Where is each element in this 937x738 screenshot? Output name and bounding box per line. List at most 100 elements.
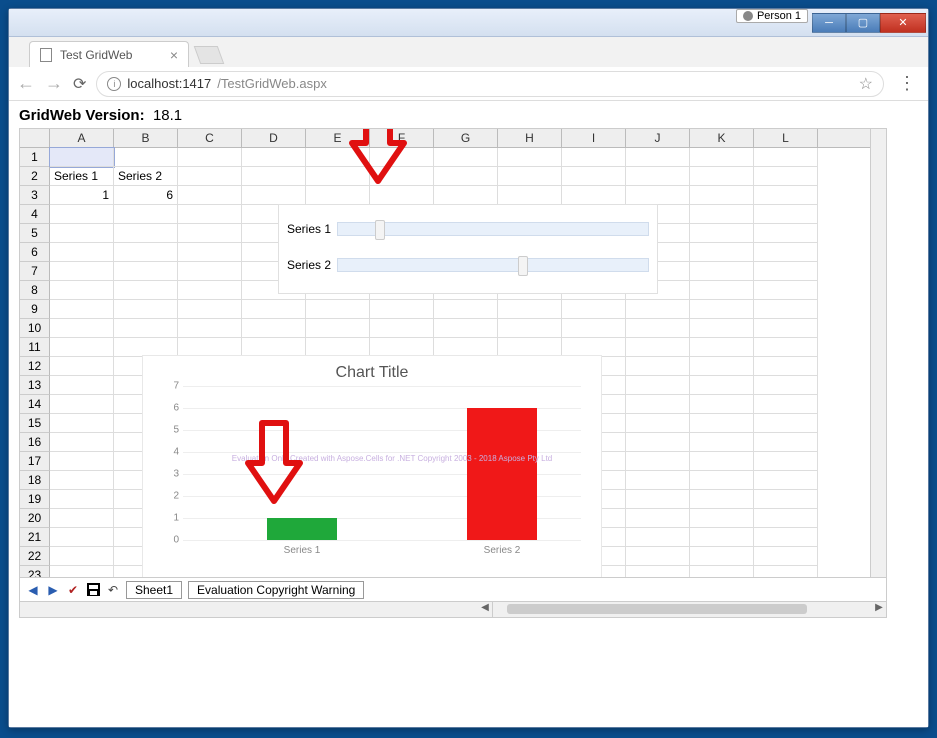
col-header-d[interactable]: D bbox=[242, 129, 306, 147]
cell-c8[interactable] bbox=[178, 281, 242, 300]
cell-l22[interactable] bbox=[754, 547, 818, 566]
cell-a3[interactable]: 1 bbox=[50, 186, 114, 205]
cell-j13[interactable] bbox=[626, 376, 690, 395]
cell-d3[interactable] bbox=[242, 186, 306, 205]
cell-k18[interactable] bbox=[690, 471, 754, 490]
cell-c1[interactable] bbox=[178, 148, 242, 167]
cell-a20[interactable] bbox=[50, 509, 114, 528]
next-sheet-button[interactable]: ▶ bbox=[46, 583, 60, 597]
cell-a17[interactable] bbox=[50, 452, 114, 471]
cell-j1[interactable] bbox=[626, 148, 690, 167]
cell-a16[interactable] bbox=[50, 433, 114, 452]
cell-a12[interactable] bbox=[50, 357, 114, 376]
cell-c4[interactable] bbox=[178, 205, 242, 224]
row-header[interactable]: 4 bbox=[20, 205, 50, 224]
row-header[interactable]: 9 bbox=[20, 300, 50, 319]
close-button[interactable]: ✕ bbox=[880, 13, 926, 33]
row-header[interactable]: 7 bbox=[20, 262, 50, 281]
row-header[interactable]: 8 bbox=[20, 281, 50, 300]
cell-a1[interactable] bbox=[50, 148, 114, 167]
range-slider-chart[interactable]: Series 1 Series 2 bbox=[278, 204, 658, 294]
cell-e9[interactable] bbox=[306, 300, 370, 319]
cell-l10[interactable] bbox=[754, 319, 818, 338]
range-handle-1[interactable] bbox=[375, 220, 385, 240]
cell-g1[interactable] bbox=[434, 148, 498, 167]
col-header-k[interactable]: K bbox=[690, 129, 754, 147]
col-header-i[interactable]: I bbox=[562, 129, 626, 147]
reload-button[interactable]: ⟳ bbox=[73, 74, 86, 94]
range-track-1[interactable] bbox=[337, 222, 649, 236]
cell-j19[interactable] bbox=[626, 490, 690, 509]
cell-i10[interactable] bbox=[562, 319, 626, 338]
cell-i9[interactable] bbox=[562, 300, 626, 319]
cell-c9[interactable] bbox=[178, 300, 242, 319]
row-header[interactable]: 11 bbox=[20, 338, 50, 357]
scroll-right-arrow-icon[interactable]: ▶ bbox=[872, 602, 886, 617]
cell-a14[interactable] bbox=[50, 395, 114, 414]
cell-g9[interactable] bbox=[434, 300, 498, 319]
cell-h1[interactable] bbox=[498, 148, 562, 167]
cell-j2[interactable] bbox=[626, 167, 690, 186]
cell-j3[interactable] bbox=[626, 186, 690, 205]
cell-k17[interactable] bbox=[690, 452, 754, 471]
cell-a2[interactable]: Series 1 bbox=[50, 167, 114, 186]
cell-a5[interactable] bbox=[50, 224, 114, 243]
submit-button[interactable]: ✔ bbox=[66, 583, 80, 597]
row-header[interactable]: 20 bbox=[20, 509, 50, 528]
cell-k3[interactable] bbox=[690, 186, 754, 205]
cell-l3[interactable] bbox=[754, 186, 818, 205]
cell-g10[interactable] bbox=[434, 319, 498, 338]
cell-c3[interactable] bbox=[178, 186, 242, 205]
cell-b4[interactable] bbox=[114, 205, 178, 224]
cell-d2[interactable] bbox=[242, 167, 306, 186]
col-header-g[interactable]: G bbox=[434, 129, 498, 147]
row-header[interactable]: 15 bbox=[20, 414, 50, 433]
cell-a7[interactable] bbox=[50, 262, 114, 281]
cell-k15[interactable] bbox=[690, 414, 754, 433]
cell-b7[interactable] bbox=[114, 262, 178, 281]
cell-a9[interactable] bbox=[50, 300, 114, 319]
col-header-b[interactable]: B bbox=[114, 129, 178, 147]
profile-badge[interactable]: Person 1 bbox=[736, 9, 808, 23]
cell-k11[interactable] bbox=[690, 338, 754, 357]
cell-k21[interactable] bbox=[690, 528, 754, 547]
cell-k20[interactable] bbox=[690, 509, 754, 528]
cell-a4[interactable] bbox=[50, 205, 114, 224]
row-header[interactable]: 22 bbox=[20, 547, 50, 566]
cell-a11[interactable] bbox=[50, 338, 114, 357]
sheet-tab-evaluation[interactable]: Evaluation Copyright Warning bbox=[188, 581, 364, 599]
cell-h2[interactable] bbox=[498, 167, 562, 186]
cell-l12[interactable] bbox=[754, 357, 818, 376]
cell-k22[interactable] bbox=[690, 547, 754, 566]
cell-j9[interactable] bbox=[626, 300, 690, 319]
cell-j14[interactable] bbox=[626, 395, 690, 414]
cell-c5[interactable] bbox=[178, 224, 242, 243]
cell-k8[interactable] bbox=[690, 281, 754, 300]
cell-k2[interactable] bbox=[690, 167, 754, 186]
cell-j22[interactable] bbox=[626, 547, 690, 566]
cell-i3[interactable] bbox=[562, 186, 626, 205]
row-header[interactable]: 6 bbox=[20, 243, 50, 262]
row-header[interactable]: 12 bbox=[20, 357, 50, 376]
prev-sheet-button[interactable]: ◀ bbox=[26, 583, 40, 597]
cell-e10[interactable] bbox=[306, 319, 370, 338]
site-info-icon[interactable]: i bbox=[107, 77, 121, 91]
new-tab-button[interactable] bbox=[194, 46, 225, 64]
row-header[interactable]: 21 bbox=[20, 528, 50, 547]
cell-k19[interactable] bbox=[690, 490, 754, 509]
row-header[interactable]: 16 bbox=[20, 433, 50, 452]
range-track-2[interactable] bbox=[337, 258, 649, 272]
cell-a10[interactable] bbox=[50, 319, 114, 338]
maximize-button[interactable]: ▢ bbox=[846, 13, 880, 33]
cell-l13[interactable] bbox=[754, 376, 818, 395]
cell-k12[interactable] bbox=[690, 357, 754, 376]
cell-k14[interactable] bbox=[690, 395, 754, 414]
scroll-left-arrow-icon[interactable]: ◀ bbox=[478, 602, 492, 617]
menu-button[interactable]: ⋮ bbox=[894, 73, 920, 94]
col-header-l[interactable]: L bbox=[754, 129, 818, 147]
cell-a18[interactable] bbox=[50, 471, 114, 490]
scroll-thumb[interactable] bbox=[507, 604, 807, 614]
cell-b6[interactable] bbox=[114, 243, 178, 262]
cell-l17[interactable] bbox=[754, 452, 818, 471]
scroll-track[interactable] bbox=[492, 602, 872, 617]
